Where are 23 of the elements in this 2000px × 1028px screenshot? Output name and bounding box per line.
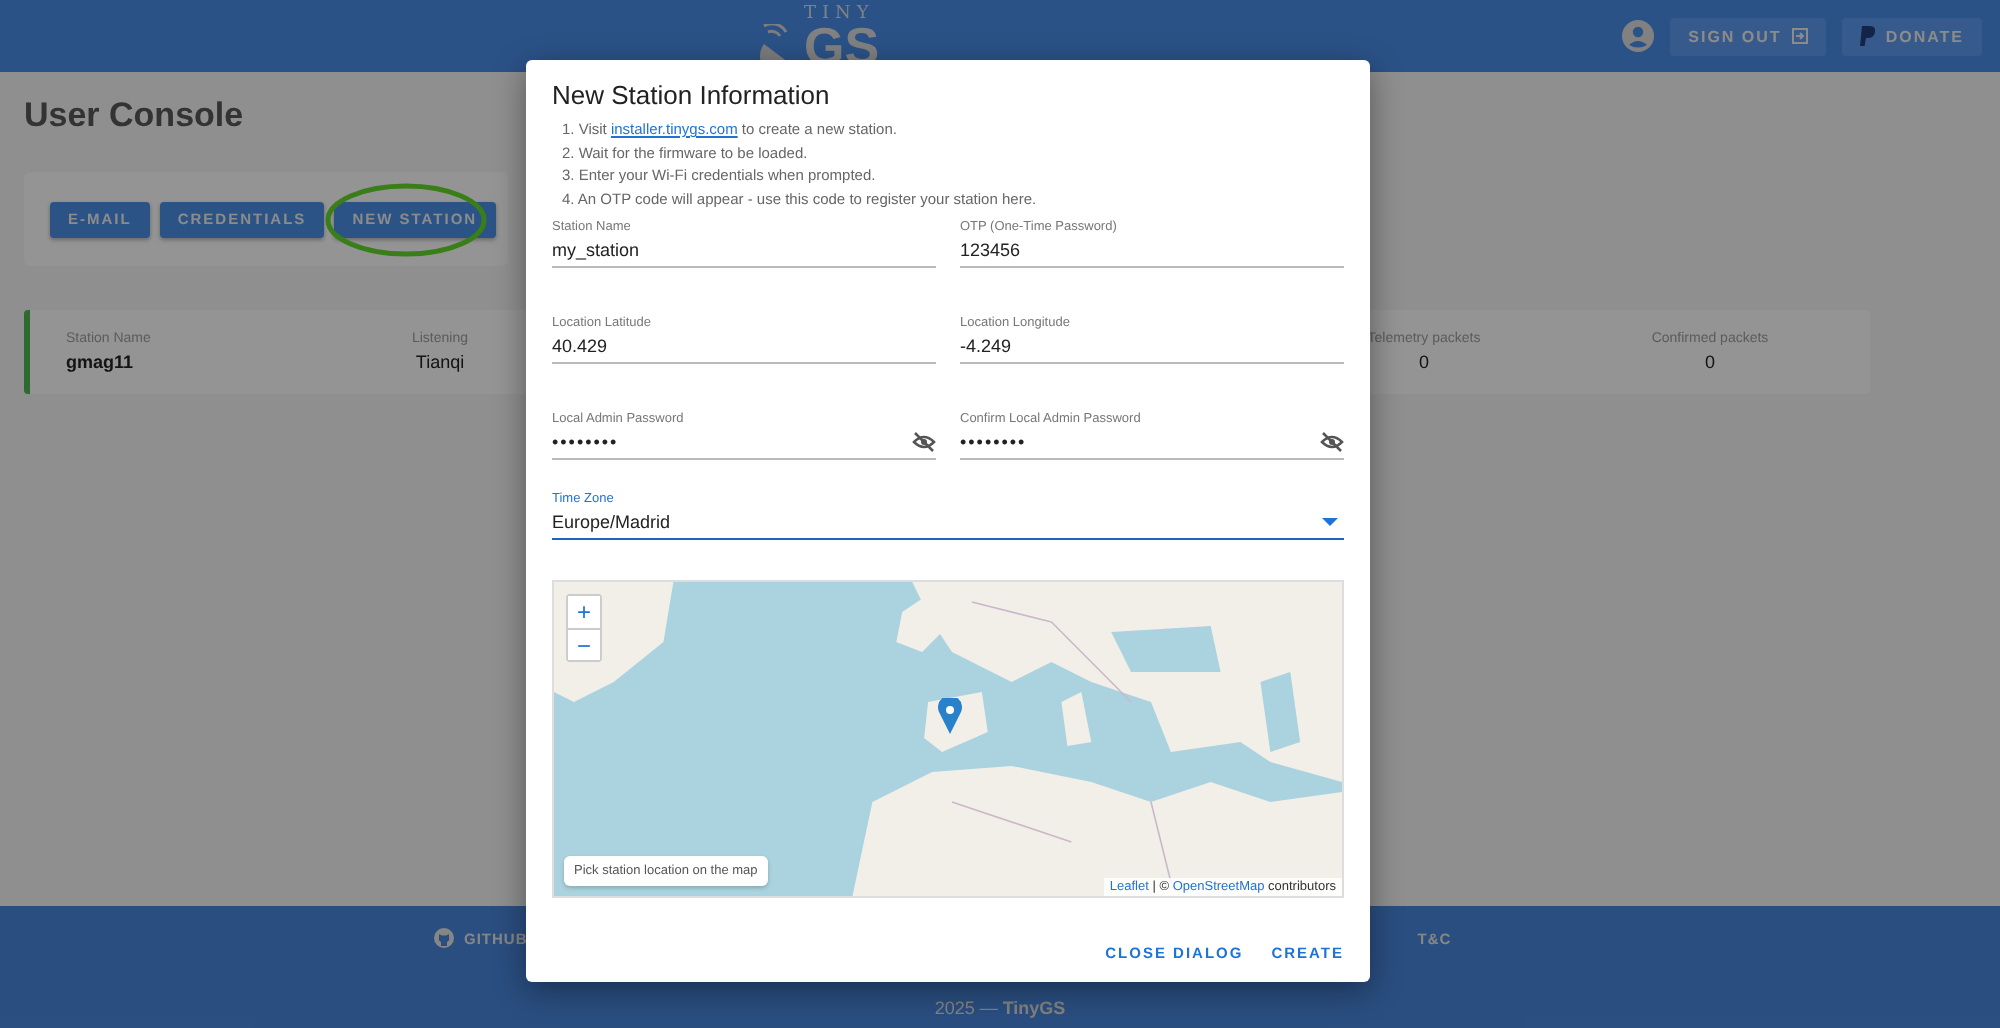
column-value: 0 bbox=[1704, 352, 1715, 372]
column-value: gmag11 bbox=[66, 352, 134, 372]
text-field[interactable]: -4.249 bbox=[960, 336, 1260, 356]
dialog-title: New Station Information bbox=[552, 80, 832, 110]
paypal-icon bbox=[1859, 26, 1876, 46]
password-field[interactable]: •••••••• bbox=[552, 432, 852, 452]
zoom-out-button[interactable]: − bbox=[568, 628, 600, 660]
github-icon[interactable] bbox=[434, 928, 454, 948]
dropdown-caret-icon[interactable] bbox=[1322, 517, 1338, 527]
text-field[interactable]: my_station bbox=[552, 240, 852, 260]
column-value: 0 bbox=[1418, 352, 1429, 372]
eye-off-icon[interactable] bbox=[912, 432, 936, 452]
logo-text: TINY bbox=[804, 6, 875, 24]
sign-out-icon bbox=[1791, 28, 1808, 44]
column-value: Tianqi bbox=[415, 352, 465, 372]
time-zone-select[interactable]: Europe/Madrid bbox=[552, 512, 852, 532]
password-field[interactable]: •••••••• bbox=[960, 432, 1260, 452]
copyright-text: 2025 — TinyGS bbox=[934, 998, 1066, 1018]
eye-off-icon[interactable] bbox=[1320, 432, 1344, 452]
marker-icon[interactable] bbox=[938, 698, 962, 734]
text-field[interactable]: 40.429 bbox=[552, 336, 852, 356]
text-field[interactable]: 123456 bbox=[960, 240, 1260, 260]
page-title: User Console bbox=[24, 96, 244, 136]
